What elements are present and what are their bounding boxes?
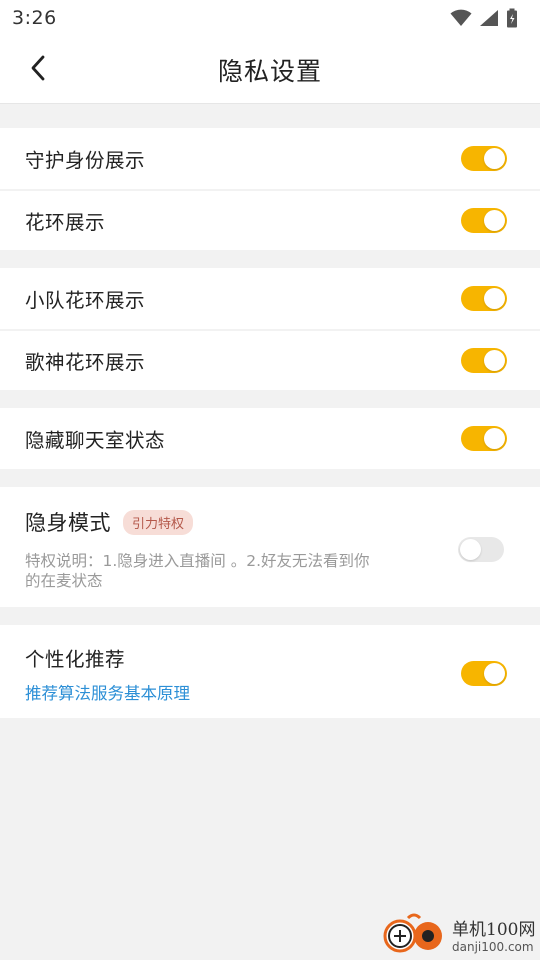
- toggle-knob: [484, 350, 505, 371]
- status-bar: 3:26: [0, 0, 540, 36]
- setting-label: 守护身份展示: [25, 149, 146, 172]
- cell-signal-icon: [480, 10, 498, 26]
- toggle-knob: [484, 148, 505, 169]
- wreath-toggle[interactable]: [461, 208, 507, 233]
- guard-identity-toggle[interactable]: [461, 146, 507, 171]
- stealth-desc-line1: 特权说明：1.隐身进入直播间 。2.好友无法看到你: [25, 552, 370, 570]
- stealth-title: 隐身模式: [25, 511, 111, 535]
- wifi-icon: [450, 9, 472, 26]
- back-button[interactable]: [18, 48, 58, 88]
- setting-row-guard-identity: 守护身份展示: [0, 128, 540, 189]
- watermark-line1: 单机100网: [452, 919, 536, 940]
- singer-wreath-toggle[interactable]: [461, 348, 507, 373]
- hide-chatroom-status-toggle[interactable]: [461, 426, 507, 451]
- stealth-info: 隐身模式 引力特权 特权说明：1.隐身进入直播间 。2.好友无法看到你 的在麦状…: [25, 507, 425, 591]
- setting-row-hide-chatroom-status: 隐藏聊天室状态: [0, 408, 540, 469]
- status-icons: [450, 8, 518, 28]
- algorithm-principle-link[interactable]: 推荐算法服务基本原理: [25, 680, 190, 704]
- stealth-desc-line2: 的在麦状态: [25, 572, 103, 590]
- watermark-text: 单机100网 danji100.com: [452, 915, 535, 954]
- setting-label: 歌神花环展示: [25, 351, 146, 374]
- battery-icon: [507, 8, 517, 28]
- personalize-toggle[interactable]: [461, 661, 507, 686]
- personalize-info: 个性化推荐 推荐算法服务基本原理: [25, 643, 190, 704]
- personalize-title: 个性化推荐: [25, 648, 126, 671]
- status-time: 3:26: [12, 7, 57, 29]
- setting-label: 花环展示: [25, 211, 106, 234]
- toggle-knob: [460, 538, 481, 560]
- toggle-knob: [484, 210, 505, 231]
- toggle-knob: [484, 663, 505, 684]
- watermark-logo-icon: [383, 913, 442, 953]
- settings-group-chatroom: 隐藏聊天室状态: [0, 408, 540, 469]
- setting-row-singer-wreath: 歌神花环展示: [0, 329, 540, 390]
- watermark: 单机100网 danji100.com: [380, 908, 540, 960]
- stealth-mode-toggle[interactable]: [458, 536, 504, 562]
- stealth-header: 隐身模式 引力特权: [25, 507, 425, 537]
- page-title: 隐私设置: [217, 56, 322, 86]
- setting-row-wreath: 花环展示: [0, 189, 540, 250]
- setting-row-personalized-recommendation: 个性化推荐 推荐算法服务基本原理: [0, 625, 540, 718]
- watermark-line2: danji100.com: [452, 939, 534, 954]
- setting-label: 小队花环展示: [25, 289, 146, 312]
- privilege-badge: 引力特权: [123, 509, 194, 535]
- stealth-description: 特权说明：1.隐身进入直播间 。2.好友无法看到你 的在麦状态: [25, 551, 425, 591]
- nav-bar: 隐私设置: [0, 36, 540, 104]
- toggle-knob: [484, 288, 505, 309]
- setting-label: 隐藏聊天室状态: [25, 429, 166, 452]
- team-wreath-toggle[interactable]: [461, 286, 507, 311]
- toggle-knob: [484, 428, 505, 449]
- settings-group-wreaths: 小队花环展示 歌神花环展示: [0, 268, 540, 390]
- setting-row-stealth-mode: 隐身模式 引力特权 特权说明：1.隐身进入直播间 。2.好友无法看到你 的在麦状…: [0, 487, 540, 607]
- chevron-left-icon: [31, 55, 45, 81]
- settings-group-identity: 守护身份展示 花环展示: [0, 128, 540, 250]
- setting-row-team-wreath: 小队花环展示: [0, 268, 540, 329]
